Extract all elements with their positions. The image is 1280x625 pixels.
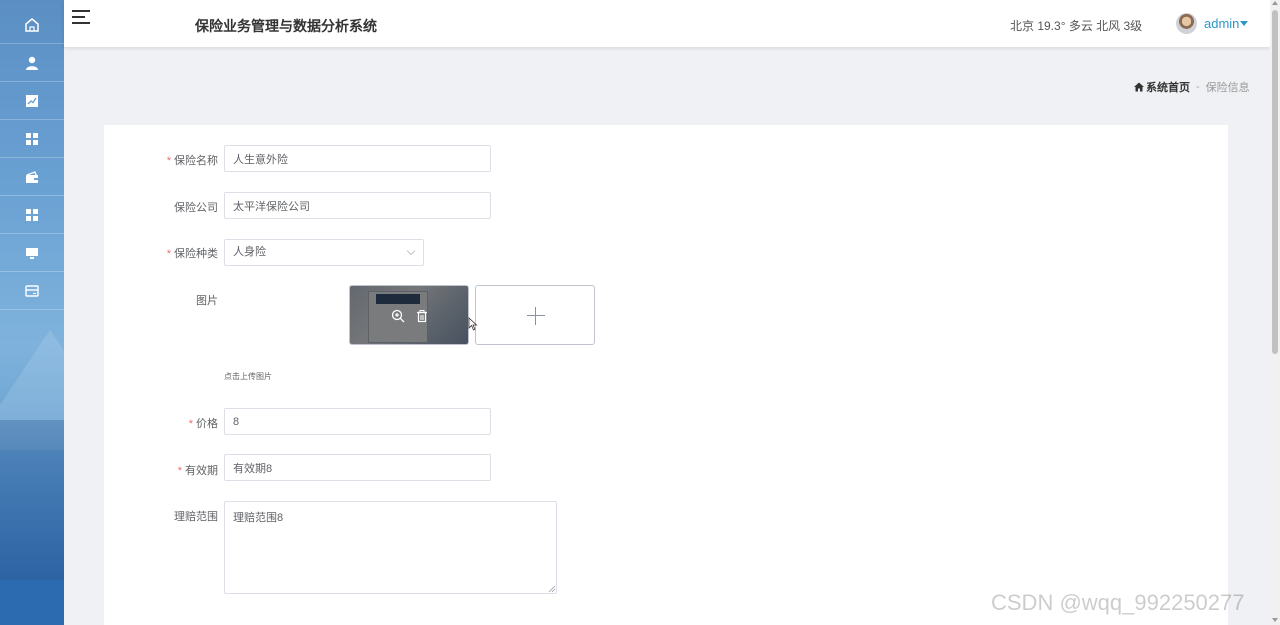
price-label-text: 价格: [196, 418, 218, 430]
breadcrumb: 系统首页 - 保险信息: [1134, 79, 1250, 95]
breadcrumb-home[interactable]: 系统首页: [1134, 79, 1190, 95]
grid-icon: [26, 208, 38, 221]
coverage-textarea[interactable]: 理赔范围8: [224, 501, 557, 594]
sidebar-item-home[interactable]: [0, 6, 64, 44]
sidebar-item-grid-2[interactable]: [0, 196, 64, 234]
validity-label: * 有效期: [118, 462, 218, 478]
avatar[interactable]: [1176, 13, 1197, 34]
name-label-text: 保险名称: [174, 155, 218, 167]
sidebar-item-user[interactable]: [0, 44, 64, 82]
home-icon: [25, 17, 39, 32]
zoom-in-icon[interactable]: [391, 309, 405, 323]
user-menu[interactable]: admin: [1204, 16, 1239, 31]
app-title: 保险业务管理与数据分析系统: [195, 18, 377, 34]
caret-down-icon[interactable]: [1240, 21, 1248, 26]
breadcrumb-current: 保险信息: [1205, 82, 1250, 94]
price-input[interactable]: [224, 408, 491, 435]
trash-icon[interactable]: [415, 309, 429, 323]
plus-icon: [535, 307, 536, 325]
monitor-icon: [26, 247, 38, 259]
company-input[interactable]: [224, 192, 491, 219]
type-label: * 保险种类: [118, 245, 218, 261]
sidebar-decoration: [0, 580, 64, 625]
scroll-thumb[interactable]: [1272, 10, 1278, 354]
type-label-text: 保险种类: [174, 248, 218, 260]
home-icon: [1134, 82, 1144, 92]
breadcrumb-home-label: 系统首页: [1146, 82, 1190, 94]
mouse-cursor-icon: [468, 317, 478, 331]
uploaded-image-thumbnail[interactable]: [349, 285, 469, 345]
name-input[interactable]: [224, 145, 491, 172]
sidebar-item-grid[interactable]: [0, 120, 64, 158]
resize-handle-icon[interactable]: [548, 585, 556, 593]
plus-icon: [527, 315, 545, 316]
page-scrollbar[interactable]: [1270, 0, 1280, 625]
sidebar-item-chart[interactable]: [0, 82, 64, 120]
sidebar: [0, 0, 64, 625]
chart-icon: [26, 94, 38, 107]
type-select[interactable]: 人身险: [224, 239, 424, 266]
thumbnail-hover-overlay: [350, 286, 468, 344]
breadcrumb-separator: -: [1196, 81, 1200, 93]
coverage-label: 理赔范围: [174, 511, 218, 523]
price-label: * 价格: [118, 415, 218, 431]
weather-info: 北京 19.3° 多云 北风 3级: [1010, 19, 1143, 33]
upload-hint: 点击上传图片: [224, 372, 272, 381]
sidebar-item-wallet[interactable]: [0, 158, 64, 196]
sidebar-item-card[interactable]: [0, 272, 64, 310]
watermark: CSDN @wqq_992250277: [991, 590, 1245, 615]
required-mark: *: [188, 418, 193, 430]
top-header: 保险业务管理与数据分析系统 北京 19.3° 多云 北风 3级 admin: [64, 0, 1270, 47]
image-label: 图片: [196, 295, 218, 307]
menu-toggle-icon[interactable]: [72, 9, 90, 25]
name-label: * 保险名称: [118, 152, 218, 168]
required-mark: *: [166, 155, 171, 167]
type-select-value: 人身险: [233, 246, 266, 258]
upload-add-button[interactable]: [475, 285, 595, 345]
user-icon: [26, 56, 38, 70]
grid-icon: [26, 132, 38, 145]
company-label: 保险公司: [174, 202, 218, 214]
card-icon: [25, 284, 39, 297]
required-mark: *: [177, 465, 182, 477]
scroll-up-icon[interactable]: [1272, 1, 1278, 5]
validity-input[interactable]: [224, 454, 491, 481]
required-mark: *: [166, 248, 171, 260]
validity-label-text: 有效期: [185, 465, 218, 477]
wallet-icon: [26, 170, 38, 183]
sidebar-item-monitor[interactable]: [0, 234, 64, 272]
scroll-down-icon[interactable]: [1272, 618, 1278, 622]
